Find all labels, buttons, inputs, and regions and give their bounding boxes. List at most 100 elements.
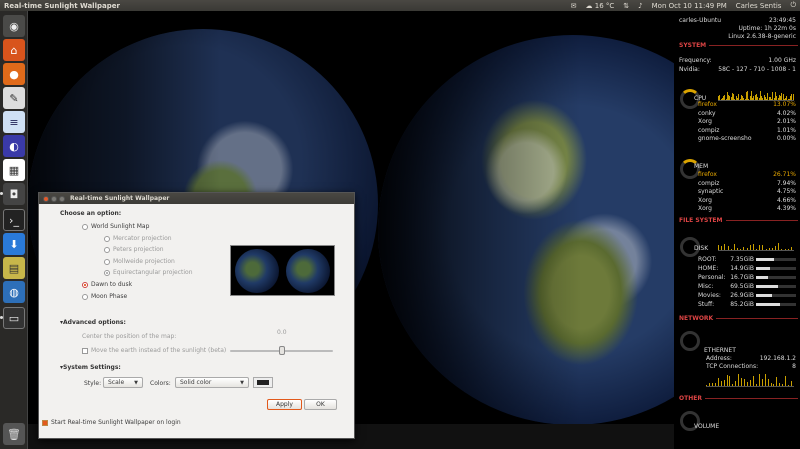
disk-name: Stuff: bbox=[698, 301, 715, 308]
mail-icon[interactable]: ✉ bbox=[571, 2, 577, 10]
graph-bar bbox=[778, 243, 780, 250]
network-ring bbox=[680, 331, 700, 351]
frequency-row: Frequency: 1.00 GHz bbox=[679, 57, 796, 64]
address-row: Address: 192.168.1.2 bbox=[706, 355, 796, 362]
colors-combo[interactable]: Solid color ▼ bbox=[175, 377, 249, 388]
network-graph bbox=[706, 373, 794, 387]
power-icon[interactable]: ⏻ bbox=[790, 1, 796, 10]
graph-bar bbox=[750, 380, 751, 386]
graph-bar bbox=[737, 248, 738, 250]
writer-icon[interactable]: ≡ bbox=[3, 111, 25, 133]
chevron-down-icon: ▼ bbox=[134, 379, 138, 386]
color-button[interactable] bbox=[253, 377, 273, 388]
graph-bar bbox=[723, 380, 725, 386]
disk-value: 85.2GiB bbox=[730, 301, 754, 308]
apply-button[interactable]: Apply bbox=[267, 399, 302, 410]
close-icon[interactable] bbox=[43, 195, 49, 202]
process-name: gnome-screensho bbox=[698, 135, 752, 142]
graph-bar bbox=[770, 382, 772, 386]
dialog-title: Real-time Sunlight Wallpaper bbox=[70, 195, 170, 202]
color-swatch bbox=[257, 380, 269, 385]
process-name: conky bbox=[698, 109, 716, 117]
graph-bar bbox=[767, 378, 769, 386]
graph-bar bbox=[781, 249, 783, 250]
graph-bar bbox=[746, 247, 748, 250]
sunlight-app-icon[interactable]: ▭ bbox=[3, 307, 25, 329]
user-name[interactable]: Carles Sentis bbox=[736, 2, 782, 10]
dash-home-icon[interactable]: ◉ bbox=[3, 15, 25, 37]
archive-icon[interactable]: ▤ bbox=[3, 257, 25, 279]
maximize-icon[interactable] bbox=[59, 195, 65, 202]
graph-bar bbox=[717, 377, 719, 386]
disk-value: 14.9GiB bbox=[730, 265, 754, 272]
process-value: 4.66% bbox=[776, 196, 796, 204]
system-settings-expander[interactable]: ▾System Settings: bbox=[60, 364, 121, 371]
disk-row: Stuff: 85.2GiB bbox=[698, 301, 754, 308]
startup-option[interactable]: Start Real-time Sunlight Wallpaper on lo… bbox=[42, 419, 181, 426]
move-earth-checkbox[interactable] bbox=[82, 347, 88, 354]
disk-value: 16.7GiB bbox=[730, 274, 754, 281]
graph-bar bbox=[773, 383, 775, 386]
download-icon[interactable]: ⬇ bbox=[3, 233, 25, 255]
option-world-map[interactable]: World Sunlight Map bbox=[82, 223, 149, 230]
radio-world-map[interactable] bbox=[82, 223, 88, 230]
network-tool-icon[interactable]: ◍ bbox=[3, 281, 25, 303]
night-shade-right bbox=[378, 35, 674, 425]
eclipse-icon[interactable]: ◐ bbox=[3, 135, 25, 157]
process-name: compiz bbox=[698, 179, 720, 187]
ok-button[interactable]: OK bbox=[304, 399, 337, 410]
advanced-options-expander[interactable]: ▾Advanced options: bbox=[60, 319, 126, 326]
option-moon-phase[interactable]: Moon Phase bbox=[82, 293, 127, 300]
graph-bar bbox=[752, 243, 754, 250]
clock[interactable]: Mon Oct 10 11:49 PM bbox=[652, 2, 727, 10]
ethernet-label: ETHERNET bbox=[704, 347, 736, 354]
move-earth-option[interactable]: Move the earth instead of the sunlight (… bbox=[82, 347, 226, 354]
text-editor-icon[interactable]: ✎ bbox=[3, 87, 25, 109]
graph-bar bbox=[708, 382, 710, 386]
disk-label: DISK bbox=[694, 245, 709, 252]
disk-name: Misc: bbox=[698, 283, 714, 290]
center-slider-handle[interactable] bbox=[279, 346, 285, 355]
temperature: 16 °C bbox=[594, 1, 615, 10]
process-name: compiz bbox=[698, 126, 720, 134]
graph-bar bbox=[718, 244, 719, 250]
choose-label: Choose an option: bbox=[60, 210, 122, 217]
disk-row: Personal: 16.7GiB bbox=[698, 274, 754, 281]
graph-bar bbox=[776, 377, 778, 386]
graph-bar bbox=[758, 374, 760, 386]
colors-label: Colors: bbox=[150, 380, 171, 387]
cpu-process-row: firefox 13.07% bbox=[698, 101, 796, 108]
graph-bar bbox=[706, 385, 707, 386]
startup-checkbox[interactable] bbox=[42, 419, 48, 426]
network-icon[interactable]: ⇅ bbox=[623, 2, 629, 10]
volume-icon[interactable]: ♪ bbox=[638, 2, 642, 10]
screenshot-icon[interactable]: ◘ bbox=[3, 183, 25, 205]
radio-moon-phase[interactable] bbox=[82, 293, 88, 300]
style-combo[interactable]: Scale ▼ bbox=[103, 377, 143, 388]
radio-dawn-dusk[interactable] bbox=[82, 281, 88, 288]
disk-usage-bar bbox=[756, 303, 796, 306]
disk-usage-fill bbox=[756, 285, 778, 288]
preview-globe-right bbox=[286, 248, 331, 293]
disk-row: HOME: 14.9GiB bbox=[698, 265, 754, 272]
weather-indicator[interactable]: ☁ 16 °C bbox=[586, 2, 615, 10]
terminal-icon[interactable]: ›_ bbox=[3, 209, 25, 231]
firefox-icon[interactable]: ● bbox=[3, 63, 25, 85]
office-icon[interactable]: ▦ bbox=[3, 159, 25, 181]
mem-process-row: firefox 26.71% bbox=[698, 171, 796, 178]
graph-bar bbox=[730, 249, 732, 250]
graph-bar bbox=[740, 249, 742, 250]
option-dawn-dusk[interactable]: Dawn to dusk bbox=[82, 281, 132, 288]
disk-usage-bar bbox=[756, 294, 796, 297]
dialog-titlebar[interactable]: Real-time Sunlight Wallpaper bbox=[39, 193, 354, 204]
option-mercator: Mercator projection bbox=[104, 235, 172, 242]
chevron-down-icon: ▼ bbox=[240, 379, 244, 386]
trash-icon[interactable]: 🗑 bbox=[3, 423, 25, 445]
disk-usage-fill bbox=[756, 276, 768, 279]
mem-process-row: synaptic 4.75% bbox=[698, 188, 796, 195]
minimize-icon[interactable] bbox=[51, 195, 57, 202]
process-name: Xorg bbox=[698, 196, 712, 204]
process-value: 4.75% bbox=[776, 188, 796, 195]
map-preview bbox=[230, 245, 335, 296]
home-folder-icon[interactable]: ⌂ bbox=[3, 39, 25, 61]
